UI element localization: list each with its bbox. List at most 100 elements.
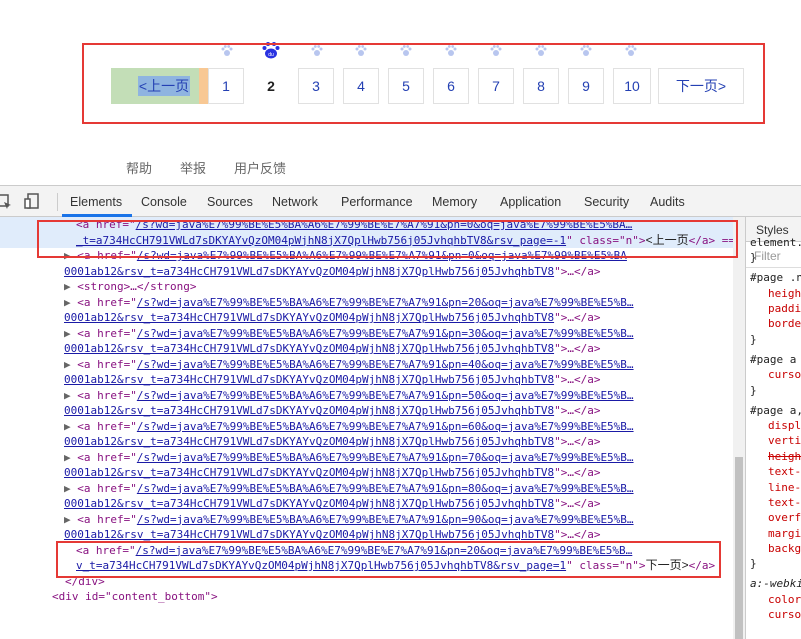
dom-line[interactable]: ▶ <strong>…</strong> <box>64 279 196 295</box>
style-selector[interactable]: element.st <box>750 236 801 249</box>
dom-href: /s?wd=java%E7%99%BE%E5%BA%A6%E7%99%BE%E7… <box>136 512 634 526</box>
dom-line[interactable]: 0001ab12&rsv_t=a734HcCH791VWLd7sDKYAYvQz… <box>64 264 600 280</box>
footer-link-report[interactable]: 举报 <box>180 158 206 177</box>
tab-audits[interactable]: Audits <box>650 195 685 209</box>
dom-href: /s?wd=java%E7%99%BE%E5%BA%A6%E7%99%BE%E7… <box>136 450 634 464</box>
dom-tag: <a href=" <box>77 357 137 371</box>
style-property[interactable]: cursor <box>768 368 801 381</box>
expand-arrow-icon: ▶ <box>64 388 78 402</box>
tab-styles[interactable]: Styles <box>756 223 789 237</box>
style-selector[interactable]: } <box>750 251 757 264</box>
tab-sources[interactable]: Sources <box>207 195 253 209</box>
dom-href: 0001ab12&rsv_t=a734HcCH791VWLd7sDKYAYvQz… <box>64 264 555 278</box>
dom-line[interactable]: ▶ <a href="/s?wd=java%E7%99%BE%E5%BA%A6%… <box>64 512 634 528</box>
dom-line[interactable]: 0001ab12&rsv_t=a734HcCH791VWLd7sDKYAYvQz… <box>64 310 600 326</box>
dom-tag: ">…</a> <box>554 264 601 278</box>
dom-href: 0001ab12&rsv_t=a734HcCH791VWLd7sDKYAYvQz… <box>64 342 555 355</box>
dom-line[interactable]: ▶ <a href="/s?wd=java%E7%99%BE%E5%BA%A6%… <box>64 419 634 435</box>
style-property[interactable]: overflow <box>768 511 801 524</box>
tab-security[interactable]: Security <box>584 195 629 209</box>
dom-line[interactable]: 0001ab12&rsv_t=a734HcCH791VWLd7sDKYAYvQz… <box>64 341 600 357</box>
expand-arrow-icon: ▶ <box>64 357 78 371</box>
style-selector[interactable]: #page a <box>750 353 796 366</box>
dom-href: 0001ab12&rsv_t=a734HcCH791VWLd7sDKYAYvQz… <box>64 435 555 448</box>
style-property[interactable]: line- <box>768 481 801 494</box>
expand-arrow-icon: ▶ <box>64 512 78 526</box>
dom-tag: ">…</a> <box>554 342 601 355</box>
dom-tag: <div id="content_bottom"> <box>52 590 218 603</box>
dom-href: 0001ab12&rsv_t=a734HcCH791VWLd7sDKYAYvQz… <box>64 466 555 479</box>
dom-href: 0001ab12&rsv_t=a734HcCH791VWLd7sDKYAYvQz… <box>64 404 555 417</box>
style-property[interactable]: height <box>768 450 801 463</box>
style-property[interactable]: cursor <box>768 608 801 621</box>
dom-line[interactable]: ▶ <a href="/s?wd=java%E7%99%BE%E5%BA%A6%… <box>64 388 634 404</box>
style-property[interactable]: height <box>768 287 801 300</box>
footer-link-help[interactable]: 帮助 <box>126 158 152 177</box>
dom-line[interactable]: 0001ab12&rsv_t=a734HcCH791VWLd7sDKYAYvQz… <box>64 434 600 450</box>
tab-elements[interactable]: Elements <box>70 195 122 209</box>
footer-link-feedback[interactable]: 用户反馈 <box>234 158 286 177</box>
style-property[interactable]: vertical <box>768 434 801 447</box>
dom-line[interactable]: ▶ <a href="/s?wd=java%E7%99%BE%E5%BA%A6%… <box>64 326 634 342</box>
dom-line[interactable]: 0001ab12&rsv_t=a734HcCH791VWLd7sDKYAYvQz… <box>64 403 600 419</box>
dom-tag: <a href=" <box>77 512 137 526</box>
dom-href: /s?wd=java%E7%99%BE%E5%BA%A6%E7%99%BE%E7… <box>136 326 634 340</box>
dom-line[interactable]: ▶ <a href="/s?wd=java%E7%99%BE%E5%BA%A6%… <box>64 481 634 497</box>
scrollbar-thumb[interactable] <box>735 457 743 639</box>
dom-href: 0001ab12&rsv_t=a734HcCH791VWLd7sDKYAYvQz… <box>64 528 555 541</box>
style-property[interactable]: color <box>768 593 801 606</box>
tab-performance[interactable]: Performance <box>341 195 413 209</box>
style-selector[interactable]: #page .n <box>750 271 801 284</box>
style-selector[interactable]: } <box>750 333 757 346</box>
dom-tag: <strong>…</strong> <box>77 280 197 293</box>
dom-href: /s?wd=java%E7%99%BE%E5%BA%A6%E7%99%BE%E7… <box>136 481 634 495</box>
tab-network[interactable]: Network <box>272 195 318 209</box>
style-selector[interactable]: } <box>750 384 757 397</box>
dom-href: /s?wd=java%E7%99%BE%E5%BA%A6%E7%99%BE%E7… <box>136 357 634 371</box>
device-toolbar-icon[interactable] <box>24 193 40 210</box>
style-property[interactable]: border <box>768 317 801 330</box>
dom-tag: ">…</a> <box>554 435 601 448</box>
dom-tag: ">…</a> <box>554 528 601 541</box>
annotation-box-pager <box>82 43 765 124</box>
tab-application[interactable]: Application <box>500 195 561 209</box>
dom-line[interactable]: 0001ab12&rsv_t=a734HcCH791VWLd7sDKYAYvQz… <box>64 372 600 388</box>
dom-tag: ">…</a> <box>554 466 601 479</box>
style-property[interactable]: display <box>768 419 801 432</box>
dom-line[interactable]: ▶ <a href="/s?wd=java%E7%99%BE%E5%BA%A6%… <box>64 450 634 466</box>
dom-line[interactable]: ▶ <a href="/s?wd=java%E7%99%BE%E5%BA%A6%… <box>64 295 634 311</box>
expand-arrow-icon: ▶ <box>64 326 78 340</box>
annotation-box-next-node <box>56 541 721 578</box>
dom-line[interactable]: 0001ab12&rsv_t=a734HcCH791VWLd7sDKYAYvQz… <box>64 496 600 512</box>
inspect-element-icon[interactable] <box>0 194 12 210</box>
style-property[interactable]: text- <box>768 465 801 478</box>
dom-href: /s?wd=java%E7%99%BE%E5%BA%A6%E7%99%BE%E7… <box>136 295 634 309</box>
dom-tag: ">…</a> <box>554 311 601 324</box>
dom-tag: <a href=" <box>77 388 137 402</box>
dom-line[interactable]: <div id="content_bottom"> <box>52 589 218 605</box>
dom-tag: ">…</a> <box>554 404 601 417</box>
annotation-box-prev-node <box>37 220 738 258</box>
style-property[interactable]: padding <box>768 302 801 315</box>
dom-tag: ">…</a> <box>554 373 601 386</box>
styles-pane: Styles Filter element.st} #page .n height p… <box>745 217 801 639</box>
devtools-tabbar: Elements Console Sources Network Perform… <box>0 186 801 217</box>
styles-filter-input[interactable]: Filter <box>754 249 781 263</box>
dom-line[interactable]: ▶ <a href="/s?wd=java%E7%99%BE%E5%BA%A6%… <box>64 357 634 373</box>
dom-line[interactable]: 0001ab12&rsv_t=a734HcCH791VWLd7sDKYAYvQz… <box>64 465 600 481</box>
style-selector[interactable]: #page a, <box>750 404 801 417</box>
expand-arrow-icon: ▶ <box>64 419 78 433</box>
style-selector[interactable]: a:-webkit <box>750 577 801 590</box>
tab-console[interactable]: Console <box>141 195 187 209</box>
dom-href: /s?wd=java%E7%99%BE%E5%BA%A6%E7%99%BE%E7… <box>136 419 634 433</box>
dom-tag: ">…</a> <box>554 497 601 510</box>
style-property[interactable]: background <box>768 542 801 555</box>
style-property[interactable]: text- <box>768 496 801 509</box>
expand-arrow-icon: ▶ <box>64 280 78 293</box>
dom-tag: <a href=" <box>77 419 137 433</box>
style-selector[interactable]: } <box>750 557 757 570</box>
elements-scrollbar[interactable] <box>733 217 745 639</box>
dom-tag: <a href=" <box>77 450 137 464</box>
style-property[interactable]: margin <box>768 527 801 540</box>
tab-memory[interactable]: Memory <box>432 195 477 209</box>
